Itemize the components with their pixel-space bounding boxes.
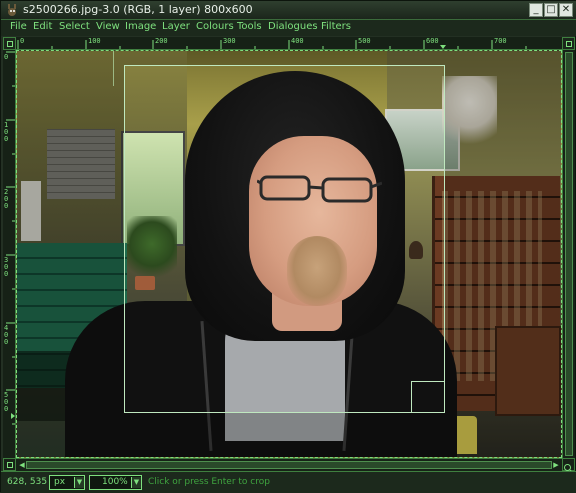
crop-rectangle[interactable] (124, 65, 445, 413)
quick-mask-toggle[interactable] (3, 458, 16, 471)
navigate-button[interactable] (562, 37, 575, 50)
close-button[interactable]: ✕ (559, 3, 573, 17)
navigate-icon (7, 41, 13, 47)
hruler-label: 700 (494, 37, 507, 45)
zoom-value: 100% (102, 477, 128, 487)
unit-value: px (54, 477, 66, 487)
menu-view[interactable]: View (96, 21, 120, 32)
menu-edit[interactable]: Edit (33, 21, 52, 32)
menu-image[interactable]: Image (125, 21, 156, 32)
menu-filters[interactable]: Filters (321, 21, 351, 32)
image-window: s2500266.jpg-3.0 (RGB, 1 layer) 800x600 … (0, 0, 576, 493)
vruler-label: 200 (4, 188, 9, 210)
gimp-wilber-icon (8, 4, 16, 16)
vruler-label: 500 (4, 391, 9, 413)
hruler-label: 300 (223, 37, 236, 45)
menu-layer[interactable]: Layer (162, 21, 190, 32)
zoom-selector[interactable]: 100% ▼ (89, 475, 142, 490)
hruler-label: 200 (155, 37, 168, 45)
menu-select[interactable]: Select (59, 21, 90, 32)
menu-tools[interactable]: Tools (237, 21, 262, 32)
crop-resize-handle[interactable] (411, 381, 445, 413)
menu-file[interactable]: File (10, 21, 27, 32)
image-canvas[interactable] (16, 50, 562, 458)
crop-dim-left (17, 51, 124, 457)
unit-selector[interactable]: px ▼ (49, 475, 85, 490)
pointer-guide-line (113, 51, 114, 86)
minimize-button[interactable]: _ (529, 3, 543, 17)
horizontal-scrollbar[interactable]: ◀ ▶ (16, 458, 562, 471)
hruler-label: 600 (426, 37, 439, 45)
title-bar[interactable]: s2500266.jpg-3.0 (RGB, 1 layer) 800x600 … (1, 1, 576, 20)
vertical-scrollbar[interactable] (562, 50, 575, 458)
vertical-scroll-thumb[interactable] (565, 52, 573, 456)
navigate-icon (566, 41, 572, 47)
pointer-coordinates: 628, 535 (7, 477, 48, 487)
menu-bar: File Edit Select View Image Layer Colour… (1, 20, 576, 36)
scroll-right-arrow-icon[interactable]: ▶ (552, 461, 560, 469)
hruler-label: 100 (88, 37, 101, 45)
vruler-label: 400 (4, 324, 9, 346)
chevron-down-icon[interactable]: ▼ (74, 477, 84, 488)
ruler-corner-button[interactable] (3, 37, 16, 50)
zoom-toggle[interactable] (562, 458, 575, 474)
status-message: Click or press Enter to crop (148, 477, 270, 487)
chevron-down-icon[interactable]: ▼ (131, 477, 141, 488)
horizontal-ruler[interactable]: 0 100 200 300 400 500 600 700 (16, 37, 562, 50)
hruler-label: 0 (20, 37, 25, 45)
menu-colours[interactable]: Colours (196, 21, 234, 32)
scroll-left-arrow-icon[interactable]: ◀ (18, 461, 26, 469)
vruler-label: 300 (4, 256, 9, 278)
vruler-label: 0 (4, 53, 9, 61)
vruler-label: 100 (4, 121, 9, 143)
maximize-button[interactable]: □ (544, 3, 558, 17)
hruler-label: 400 (291, 37, 304, 45)
crop-dim-top (124, 51, 445, 65)
status-bar: 628, 535 px ▼ 100% ▼ Click or press Ente… (1, 471, 576, 493)
quick-mask-icon (7, 462, 13, 468)
menu-dialogues[interactable]: Dialogues (268, 21, 318, 32)
crop-dim-bottom (124, 413, 445, 457)
vertical-ruler[interactable]: 0 100 200 300 400 500 (3, 50, 16, 458)
hruler-label: 500 (358, 37, 371, 45)
horizontal-scroll-thumb[interactable] (26, 461, 552, 469)
crop-dim-right (445, 51, 561, 457)
window-title: s2500266.jpg-3.0 (RGB, 1 layer) 800x600 (23, 3, 253, 16)
